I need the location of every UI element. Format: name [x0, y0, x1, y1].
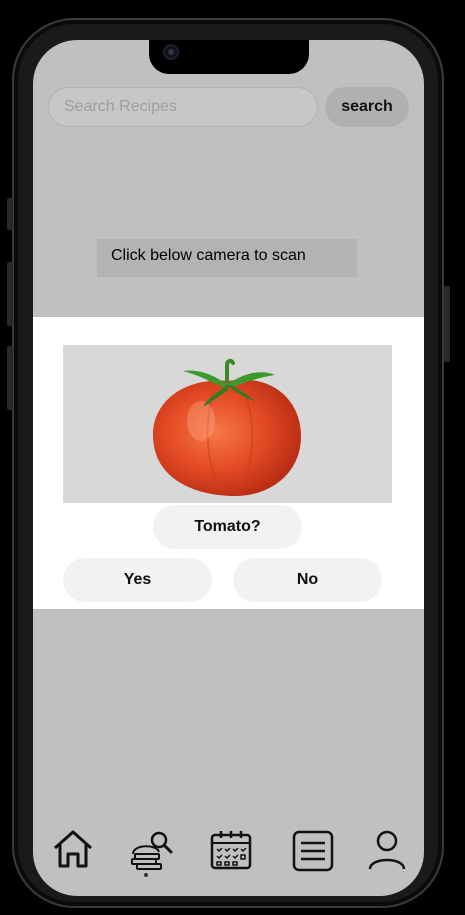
tomato-question: Tomato?	[153, 505, 302, 549]
home-icon[interactable]	[51, 828, 95, 870]
scan-hint: Click below camera to scan	[97, 239, 357, 277]
volume-up-button	[7, 262, 13, 326]
power-button	[444, 286, 450, 362]
app-screen: search Click below camera to scan	[33, 40, 424, 896]
tomato-image	[153, 358, 301, 496]
calendar-icon[interactable]	[209, 829, 253, 871]
search-button[interactable]: search	[325, 87, 409, 127]
active-indicator-dot	[144, 873, 148, 877]
yes-button[interactable]: Yes	[63, 558, 212, 602]
list-icon[interactable]	[291, 830, 335, 872]
front-camera	[165, 46, 177, 58]
scanned-image	[63, 345, 392, 503]
silent-switch	[7, 198, 13, 230]
notch	[149, 40, 309, 74]
volume-down-button	[7, 346, 13, 410]
recipe-search-icon[interactable]	[129, 828, 175, 872]
scan-result-dialog: Tomato? Yes No	[33, 317, 424, 609]
no-button[interactable]: No	[233, 558, 382, 602]
profile-icon[interactable]	[367, 829, 407, 871]
search-input[interactable]	[48, 87, 318, 127]
